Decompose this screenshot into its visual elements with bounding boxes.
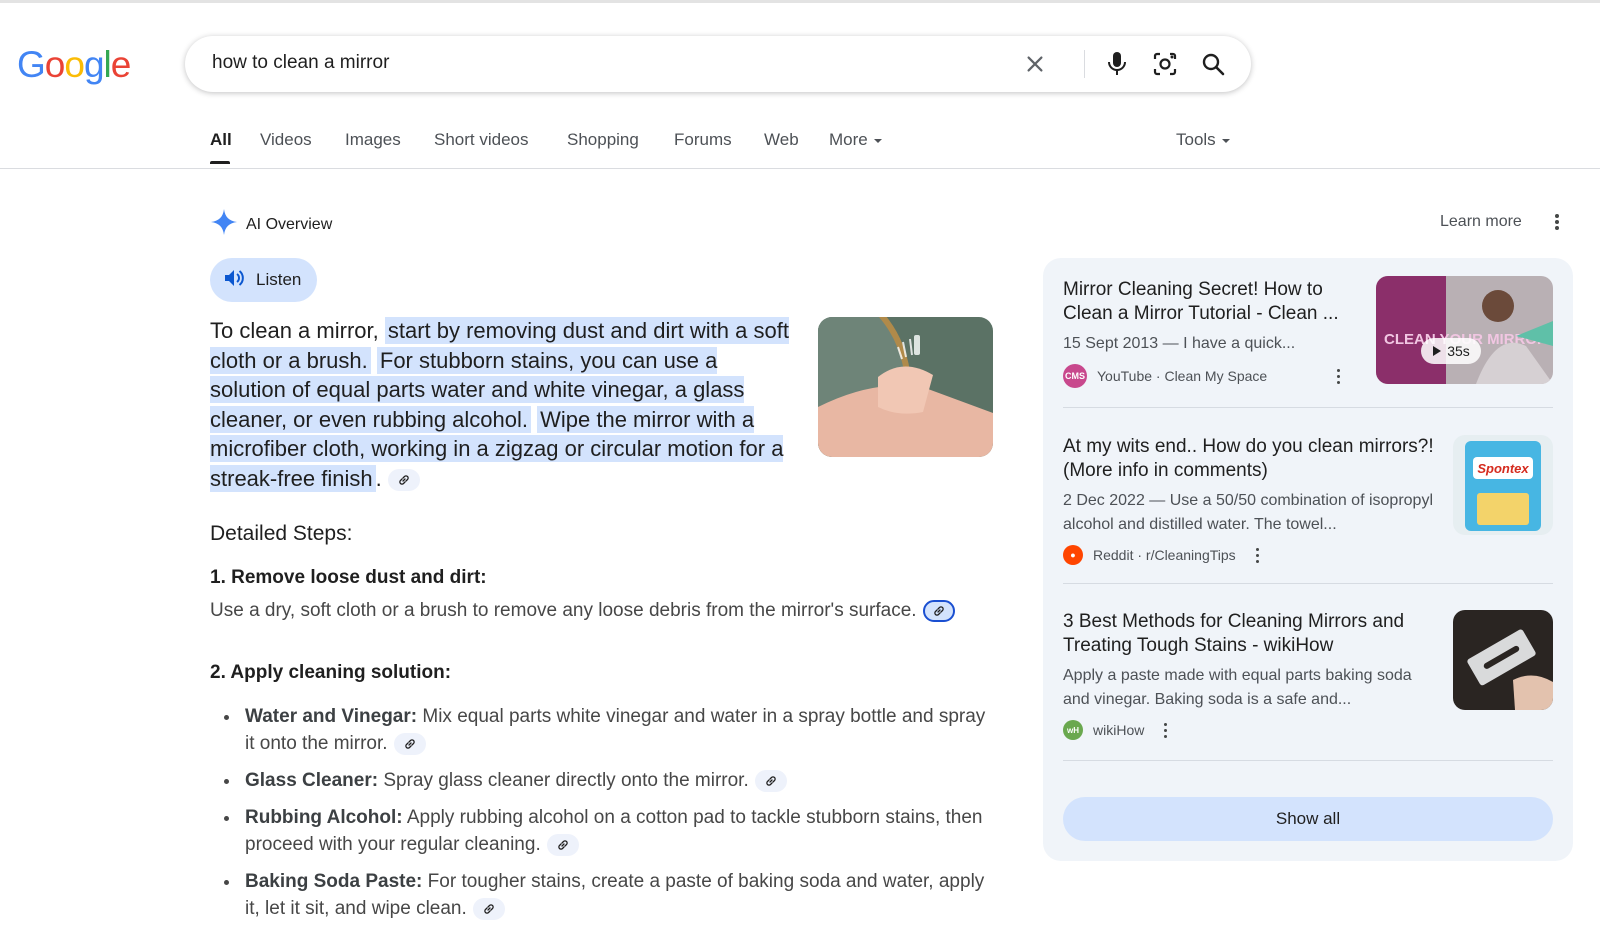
thumb-text: Spontex bbox=[1477, 461, 1529, 476]
logo-letter: G bbox=[17, 44, 46, 85]
list-item: Baking Soda Paste: For tougher stains, c… bbox=[210, 868, 1000, 922]
source-snippet: 2 Dec 2022 — Use a 50/50 combination of … bbox=[1063, 492, 1433, 533]
step-1-body: Use a dry, soft cloth or a brush to remo… bbox=[210, 597, 970, 624]
tabs-divider bbox=[0, 168, 1600, 169]
answer-period: . bbox=[375, 465, 382, 491]
tab-shopping[interactable]: Shopping bbox=[567, 130, 639, 150]
camera-lens-icon[interactable] bbox=[1151, 50, 1179, 78]
logo-letter: g bbox=[83, 44, 105, 85]
listen-label: Listen bbox=[256, 270, 302, 289]
tab-videos[interactable]: Videos bbox=[260, 130, 312, 150]
tab-web[interactable]: Web bbox=[764, 130, 799, 150]
ai-sparkle-icon bbox=[210, 208, 238, 241]
mirror-cleaning-image[interactable] bbox=[818, 317, 993, 457]
speaker-icon bbox=[224, 269, 244, 292]
logo-letter: l bbox=[103, 44, 112, 85]
bullet-label: Water and Vinegar: bbox=[245, 706, 418, 727]
steps-title: Detailed Steps: bbox=[210, 522, 353, 545]
ai-overview-title: AI Overview bbox=[246, 215, 333, 233]
step-1-text: Use a dry, soft cloth or a brush to remo… bbox=[210, 600, 917, 621]
search-divider bbox=[1084, 50, 1085, 78]
list-item: Glass Cleaner: Spray glass cleaner direc… bbox=[210, 767, 1000, 794]
source-meta: wH wikiHow bbox=[1063, 720, 1441, 740]
duration-text: 35s bbox=[1447, 343, 1470, 359]
list-item: Rubbing Alcohol: Apply rubbing alcohol o… bbox=[210, 804, 1000, 858]
microphone-icon[interactable] bbox=[1103, 50, 1131, 78]
tools-button[interactable]: Tools bbox=[1176, 130, 1230, 150]
step-2-heading: 2. Apply cleaning solution: bbox=[210, 662, 452, 683]
citation-link-icon[interactable] bbox=[754, 769, 787, 792]
more-options-icon[interactable] bbox=[1337, 368, 1341, 384]
active-tab-indicator bbox=[210, 161, 230, 164]
chevron-down-icon bbox=[873, 138, 882, 143]
citation-link-icon[interactable] bbox=[387, 469, 420, 492]
duration-badge: 35s bbox=[1421, 338, 1481, 364]
logo-letter: o bbox=[44, 44, 66, 85]
logo-letter: e bbox=[110, 44, 132, 85]
listen-button[interactable]: Listen bbox=[210, 258, 317, 302]
sources-panel: Mirror Cleaning Secret! How to Clean a M… bbox=[1043, 258, 1573, 861]
citation-link-icon[interactable] bbox=[546, 833, 579, 856]
source-card-wikihow[interactable]: 3 Best Methods for Cleaning Mirrors and … bbox=[1063, 610, 1441, 740]
show-all-button[interactable]: Show all bbox=[1063, 797, 1553, 841]
panel-divider bbox=[1063, 407, 1553, 408]
citation-link-icon[interactable] bbox=[922, 599, 955, 622]
citation-link-icon[interactable] bbox=[472, 897, 505, 920]
panel-divider bbox=[1063, 760, 1553, 761]
more-options-icon[interactable] bbox=[1164, 722, 1168, 738]
citation-link-icon[interactable] bbox=[393, 732, 426, 755]
tools-label: Tools bbox=[1176, 130, 1216, 149]
tab-forums[interactable]: Forums bbox=[674, 130, 732, 150]
source-title[interactable]: At my wits end.. How do you clean mirror… bbox=[1063, 435, 1441, 483]
tab-images[interactable]: Images bbox=[345, 130, 401, 150]
chevron-down-icon bbox=[1221, 138, 1230, 143]
search-icon[interactable] bbox=[1199, 50, 1227, 78]
bullet-label: Glass Cleaner: bbox=[245, 770, 379, 791]
source-title[interactable]: Mirror Cleaning Secret! How to Clean a M… bbox=[1063, 278, 1363, 326]
product-thumbnail[interactable]: Spontex bbox=[1453, 435, 1553, 535]
wikihow-favicon-icon: wH bbox=[1063, 720, 1083, 740]
bullet-text: Spray glass cleaner directly onto the mi… bbox=[378, 770, 749, 791]
search-box[interactable]: how to clean a mirror bbox=[185, 36, 1251, 92]
tab-all[interactable]: All bbox=[210, 130, 232, 150]
source-meta: CMS YouTube · Clean My Space bbox=[1063, 364, 1363, 388]
source-snippet: 15 Sept 2013 — I have a quick... bbox=[1063, 335, 1296, 352]
source-site[interactable]: Reddit · r/CleaningTips bbox=[1093, 547, 1236, 563]
list-item: Water and Vinegar: Mix equal parts white… bbox=[210, 703, 1000, 757]
source-card-reddit[interactable]: At my wits end.. How do you clean mirror… bbox=[1063, 435, 1441, 565]
more-options-icon[interactable] bbox=[1553, 212, 1561, 232]
cleaning-solutions-list: Water and Vinegar: Mix equal parts white… bbox=[210, 703, 1000, 932]
source-site[interactable]: YouTube · Clean My Space bbox=[1097, 368, 1267, 384]
answer-intro: To clean a mirror, bbox=[210, 318, 379, 343]
learn-more-link[interactable]: Learn more bbox=[1440, 213, 1522, 231]
search-input[interactable]: how to clean a mirror bbox=[212, 52, 389, 74]
play-icon bbox=[1433, 346, 1442, 356]
source-title[interactable]: 3 Best Methods for Cleaning Mirrors and … bbox=[1063, 610, 1441, 658]
video-thumbnail[interactable]: CLEAN YOUR MIRROR 35s bbox=[1376, 276, 1553, 384]
more-options-icon[interactable] bbox=[1255, 547, 1259, 563]
reddit-icon: ● bbox=[1063, 545, 1083, 565]
tab-more-label: More bbox=[829, 130, 868, 149]
step-1-heading: 1. Remove loose dust and dirt: bbox=[210, 567, 487, 588]
clear-icon[interactable] bbox=[1021, 50, 1049, 78]
bullet-label: Baking Soda Paste: bbox=[245, 871, 423, 892]
bullet-label: Rubbing Alcohol: bbox=[245, 807, 403, 828]
tab-short-videos[interactable]: Short videos bbox=[434, 130, 529, 150]
razor-blade-thumbnail[interactable] bbox=[1453, 610, 1553, 710]
ai-overview-header: AI Overview bbox=[210, 208, 332, 241]
logo-letter: o bbox=[64, 44, 85, 85]
clean-my-space-favicon-icon: CMS bbox=[1063, 364, 1087, 388]
google-logo[interactable]: Google bbox=[17, 44, 132, 86]
source-snippet: Apply a paste made with equal parts baki… bbox=[1063, 667, 1412, 708]
source-card-youtube[interactable]: Mirror Cleaning Secret! How to Clean a M… bbox=[1063, 278, 1363, 388]
tab-more[interactable]: More bbox=[829, 130, 882, 150]
source-site[interactable]: wikiHow bbox=[1093, 722, 1144, 738]
top-border bbox=[0, 0, 1600, 3]
source-meta: ● Reddit · r/CleaningTips bbox=[1063, 545, 1441, 565]
panel-divider bbox=[1063, 583, 1553, 584]
ai-answer: To clean a mirror, start by removing dus… bbox=[210, 316, 790, 494]
